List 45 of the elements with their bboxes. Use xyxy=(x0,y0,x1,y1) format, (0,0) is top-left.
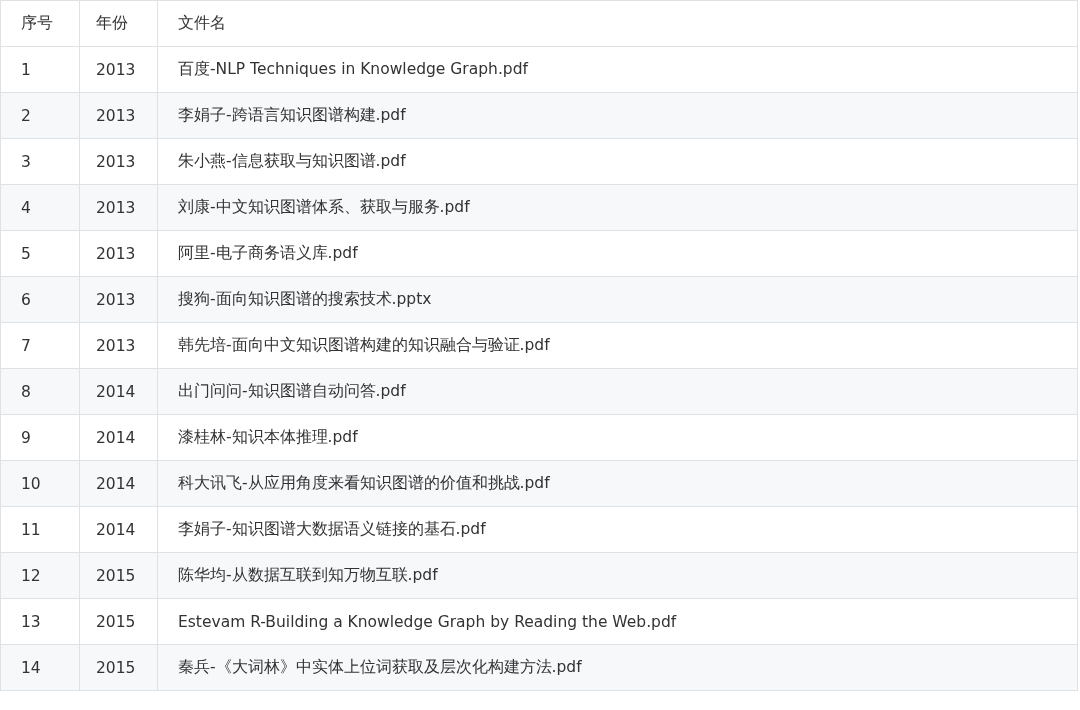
table-cell: 秦兵-《大词林》中实体上位词获取及层次化构建方法.pdf xyxy=(157,644,1078,691)
table-cell: 2015 xyxy=(79,552,158,599)
table-cell: 2013 xyxy=(79,230,158,277)
table-cell: 漆桂林-知识本体推理.pdf xyxy=(157,414,1078,461)
table-cell: 李娟子-知识图谱大数据语义链接的基石.pdf xyxy=(157,506,1078,553)
table-cell: 百度-NLP Techniques in Knowledge Graph.pdf xyxy=(157,46,1078,93)
table-cell: 2015 xyxy=(79,644,158,691)
table-cell: 2013 xyxy=(79,276,158,323)
table-cell: 10 xyxy=(0,460,80,507)
table-cell: 1 xyxy=(0,46,80,93)
table-cell: 2013 xyxy=(79,46,158,93)
table-cell: 2 xyxy=(0,92,80,139)
table-cell: Estevam R-Building a Knowledge Graph by Reading the Web.pdf xyxy=(157,598,1078,645)
table-cell: 刘康-中文知识图谱体系、获取与服务.pdf xyxy=(157,184,1078,231)
table-cell: 14 xyxy=(0,644,80,691)
table-cell: 陈华均-从数据互联到知万物互联.pdf xyxy=(157,552,1078,599)
table-cell: 7 xyxy=(0,322,80,369)
table-cell: 出门问问-知识图谱自动问答.pdf xyxy=(157,368,1078,415)
table-cell: 李娟子-跨语言知识图谱构建.pdf xyxy=(157,92,1078,139)
table-cell: 8 xyxy=(0,368,80,415)
table-cell: 2015 xyxy=(79,598,158,645)
column-header: 文件名 xyxy=(157,0,1078,47)
table-cell: 2014 xyxy=(79,414,158,461)
table-cell: 13 xyxy=(0,598,80,645)
table-cell: 9 xyxy=(0,414,80,461)
table-cell: 朱小燕-信息获取与知识图谱.pdf xyxy=(157,138,1078,185)
column-header: 年份 xyxy=(79,0,158,47)
column-header: 序号 xyxy=(0,0,80,47)
table-cell: 2013 xyxy=(79,184,158,231)
table-cell: 2013 xyxy=(79,92,158,139)
table-cell: 11 xyxy=(0,506,80,553)
table-cell: 2014 xyxy=(79,368,158,415)
table-cell: 科大讯飞-从应用角度来看知识图谱的价值和挑战.pdf xyxy=(157,460,1078,507)
table-cell: 12 xyxy=(0,552,80,599)
table-cell: 2014 xyxy=(79,506,158,553)
table-cell: 4 xyxy=(0,184,80,231)
table-cell: 6 xyxy=(0,276,80,323)
table-cell: 阿里-电子商务语义库.pdf xyxy=(157,230,1078,277)
table-cell: 2014 xyxy=(79,460,158,507)
table-cell: 搜狗-面向知识图谱的搜索技术.pptx xyxy=(157,276,1078,323)
table-cell: 3 xyxy=(0,138,80,185)
table-cell: 2013 xyxy=(79,322,158,369)
table-cell: 5 xyxy=(0,230,80,277)
table-cell: 韩先培-面向中文知识图谱构建的知识融合与验证.pdf xyxy=(157,322,1078,369)
table-cell: 2013 xyxy=(79,138,158,185)
